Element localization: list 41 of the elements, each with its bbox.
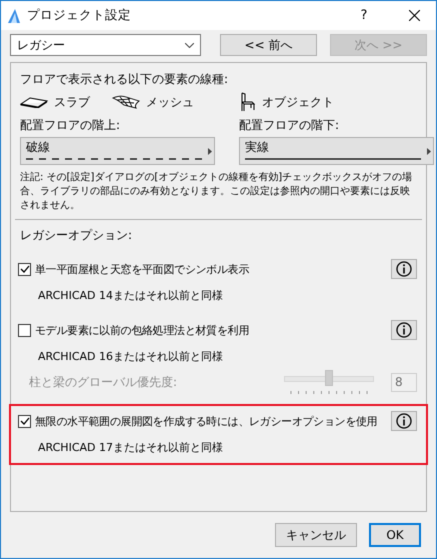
priority-slider[interactable] bbox=[283, 370, 375, 394]
window-title: プロジェクト設定 bbox=[27, 7, 132, 24]
element-label: スラブ bbox=[54, 94, 90, 110]
selector-label: 配置フロアの階上: bbox=[20, 117, 122, 133]
chevron-icon bbox=[185, 42, 194, 48]
checkbox[interactable] bbox=[18, 414, 31, 428]
info-icon bbox=[396, 261, 412, 277]
option-label: 単一平面屋根と天窓を平面図でシンボル表示 bbox=[35, 262, 250, 276]
ok-button[interactable]: OK bbox=[369, 523, 421, 547]
info-button[interactable] bbox=[391, 259, 417, 279]
info-button[interactable] bbox=[391, 320, 417, 340]
line-type-selector[interactable]: 破線 bbox=[20, 137, 215, 165]
section-heading: フロアで表示される以下の要素の線種: bbox=[20, 71, 230, 87]
chair-icon bbox=[240, 92, 256, 112]
info-button[interactable] bbox=[391, 411, 417, 431]
note-text: 注記: その[設定]ダイアログの[オブジェクトの線種を有効]チェックボックスがオフの場合、ライブラリの部品にのみ有効となります。この設定は参照内の開口や要素には反映されません。 bbox=[20, 171, 414, 213]
checkbox[interactable] bbox=[18, 324, 31, 336]
info-icon bbox=[396, 413, 412, 429]
element-label: オブジェクト bbox=[262, 94, 334, 110]
close-icon bbox=[408, 10, 420, 21]
checkbox[interactable] bbox=[18, 262, 31, 276]
cancel-button[interactable]: キャンセル bbox=[275, 523, 357, 547]
app-icon bbox=[7, 8, 21, 24]
arrow-icon bbox=[208, 148, 212, 155]
option-label: 無限の水平範囲の展開図を作成する時には、レガシーオプションを使用 bbox=[35, 414, 378, 428]
line-type-selector[interactable]: 実線 bbox=[239, 137, 434, 165]
help-button[interactable]: ? bbox=[342, 1, 386, 30]
option-label: モデル要素に以前の包絡処理法と材質を利用 bbox=[35, 322, 250, 338]
previous-button[interactable]: << 前へ bbox=[220, 34, 317, 56]
version-note: ARCHICAD 16またはそれ以前と同様 bbox=[38, 349, 224, 364]
page-dropdown[interactable]: レガシー bbox=[10, 34, 201, 56]
slab-icon bbox=[20, 96, 48, 108]
section-heading: レガシーオプション: bbox=[20, 227, 134, 244]
element-label: メッシュ bbox=[146, 94, 194, 110]
slider-label: 柱と梁のグローバル優先度: bbox=[29, 374, 178, 390]
arrow-icon bbox=[427, 148, 431, 155]
selector-label: 配置フロアの階下: bbox=[239, 117, 340, 133]
mesh-icon bbox=[112, 95, 140, 109]
version-note: ARCHICAD 14またはそれ以前と同様 bbox=[38, 288, 224, 303]
info-icon bbox=[396, 322, 412, 338]
version-note: ARCHICAD 17またはそれ以前と同様 bbox=[38, 440, 224, 455]
